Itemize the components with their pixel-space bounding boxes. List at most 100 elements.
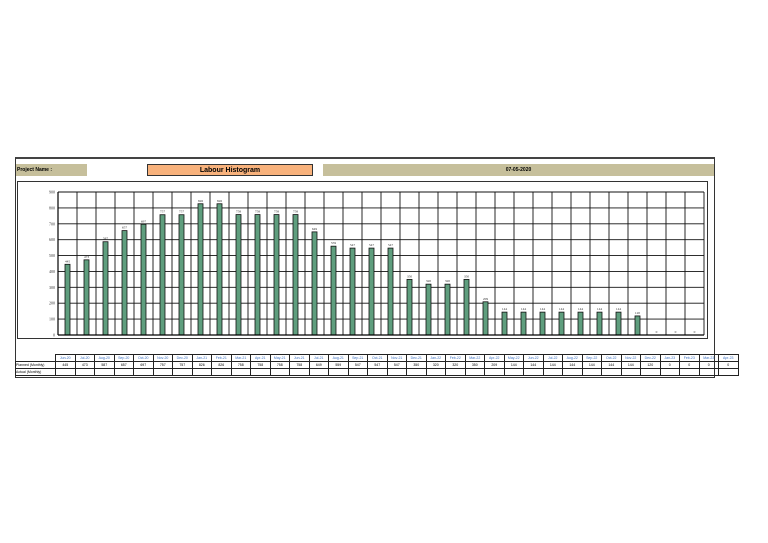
data-label: 120 bbox=[635, 311, 641, 315]
actual-cell[interactable] bbox=[211, 368, 232, 376]
actual-cell[interactable] bbox=[581, 368, 602, 376]
actual-cell[interactable] bbox=[620, 368, 641, 376]
actual-cell[interactable] bbox=[250, 368, 271, 376]
actual-cell[interactable] bbox=[152, 368, 173, 376]
actual-cell[interactable] bbox=[367, 368, 388, 376]
y-tick-label: 800 bbox=[49, 205, 55, 210]
data-label: 320 bbox=[426, 279, 432, 283]
actual-cell[interactable] bbox=[230, 368, 251, 376]
actual-cell[interactable] bbox=[172, 368, 193, 376]
planned-cell: 0 bbox=[659, 361, 680, 369]
actual-cell[interactable] bbox=[74, 368, 95, 376]
bar bbox=[558, 311, 565, 336]
actual-cell[interactable] bbox=[718, 368, 739, 376]
actual-cell[interactable] bbox=[133, 368, 154, 376]
actual-cell[interactable] bbox=[640, 368, 661, 376]
data-table: Jun-20 Jul-20 Aug-20 Sep-20 Oct-20 Nov-20 Dec-… bbox=[15, 354, 739, 376]
bar bbox=[577, 311, 584, 336]
x-tick-label: Jan-22 bbox=[424, 337, 434, 338]
month-header: Mar-21 bbox=[230, 354, 251, 362]
x-tick-label: Mar-21 bbox=[233, 337, 244, 338]
planned-cell: 473 bbox=[74, 361, 95, 369]
month-header: Jul-21 bbox=[308, 354, 329, 362]
planned-cell: 320 bbox=[425, 361, 446, 369]
month-header: Mar-23 bbox=[698, 354, 719, 362]
planned-cell: 758 bbox=[230, 361, 251, 369]
month-header: May-21 bbox=[269, 354, 290, 362]
x-tick-label: Apr-21 bbox=[252, 337, 262, 338]
data-label: 350 bbox=[407, 274, 413, 278]
y-tick-label: 200 bbox=[49, 301, 55, 306]
labour-histogram-chart: 0 100 200 300 400 500 600 700 800 900 445 Jun-20 473… bbox=[49, 190, 705, 341]
month-header: Oct-21 bbox=[367, 354, 388, 362]
x-tick-label: Jul-20 bbox=[82, 337, 91, 338]
bar bbox=[330, 245, 337, 336]
x-tick-label: Nov-20 bbox=[157, 337, 168, 338]
month-header: Oct-20 bbox=[133, 354, 154, 362]
actual-cell[interactable] bbox=[659, 368, 680, 376]
x-tick-label: Jul-21 bbox=[310, 337, 319, 338]
month-header: Apr-21 bbox=[250, 354, 271, 362]
actual-cell[interactable] bbox=[542, 368, 563, 376]
month-header: Feb-22 bbox=[445, 354, 466, 362]
actual-cell[interactable] bbox=[679, 368, 700, 376]
planned-cell: 758 bbox=[250, 361, 271, 369]
month-header: Jul-20 bbox=[74, 354, 95, 362]
bar bbox=[615, 311, 622, 336]
data-label: 209 bbox=[483, 297, 489, 301]
actual-cell[interactable] bbox=[191, 368, 212, 376]
actual-cell[interactable] bbox=[698, 368, 719, 376]
planned-cell: 209 bbox=[484, 361, 505, 369]
actual-label: Actual (Monthly) bbox=[15, 368, 56, 376]
data-label: 350 bbox=[464, 274, 470, 278]
bar bbox=[102, 241, 109, 336]
actual-cell[interactable] bbox=[386, 368, 407, 376]
x-tick-label: Nov-21 bbox=[385, 337, 396, 338]
actual-cell[interactable] bbox=[328, 368, 349, 376]
actual-cell[interactable] bbox=[55, 368, 76, 376]
x-tick-label: Aug-21 bbox=[328, 337, 339, 338]
month-header: Sep-20 bbox=[113, 354, 134, 362]
actual-cell[interactable] bbox=[425, 368, 446, 376]
bar bbox=[349, 247, 356, 336]
data-label: 547 bbox=[369, 243, 375, 247]
bar bbox=[406, 278, 413, 336]
actual-cell[interactable] bbox=[269, 368, 290, 376]
y-tick-label: 100 bbox=[49, 317, 55, 322]
x-tick-label: Nov-22 bbox=[613, 337, 624, 338]
data-label: 758 bbox=[274, 210, 280, 214]
bar bbox=[634, 315, 641, 336]
x-tick-label: Jun-22 bbox=[519, 337, 529, 338]
bar bbox=[254, 214, 261, 336]
data-label: 547 bbox=[388, 243, 394, 247]
planned-cell: 144 bbox=[562, 361, 583, 369]
x-tick-label: Jan-21 bbox=[196, 337, 206, 338]
actual-cell[interactable] bbox=[562, 368, 583, 376]
actual-cell[interactable] bbox=[113, 368, 134, 376]
bar bbox=[140, 223, 147, 336]
actual-cell[interactable] bbox=[94, 368, 115, 376]
x-tick-label: Jan-23 bbox=[652, 337, 662, 338]
y-tick-label: 500 bbox=[49, 253, 55, 258]
actual-cell[interactable] bbox=[289, 368, 310, 376]
data-label: 144 bbox=[521, 307, 527, 311]
data-label: 697 bbox=[141, 219, 147, 223]
bar bbox=[121, 230, 128, 336]
y-tick-label: 0 bbox=[53, 333, 55, 338]
month-header: Jun-21 bbox=[289, 354, 310, 362]
actual-cell[interactable] bbox=[406, 368, 427, 376]
data-label: 445 bbox=[65, 259, 71, 263]
actual-cell[interactable] bbox=[445, 368, 466, 376]
planned-cell: 445 bbox=[55, 361, 76, 369]
bar bbox=[178, 214, 185, 336]
actual-cell[interactable] bbox=[464, 368, 485, 376]
actual-cell[interactable] bbox=[347, 368, 368, 376]
data-label: 757 bbox=[179, 210, 185, 214]
actual-cell[interactable] bbox=[308, 368, 329, 376]
actual-cell[interactable] bbox=[601, 368, 622, 376]
planned-cell: 697 bbox=[133, 361, 154, 369]
actual-cell[interactable] bbox=[503, 368, 524, 376]
data-label: 758 bbox=[255, 210, 261, 214]
actual-cell[interactable] bbox=[523, 368, 544, 376]
actual-cell[interactable] bbox=[484, 368, 505, 376]
